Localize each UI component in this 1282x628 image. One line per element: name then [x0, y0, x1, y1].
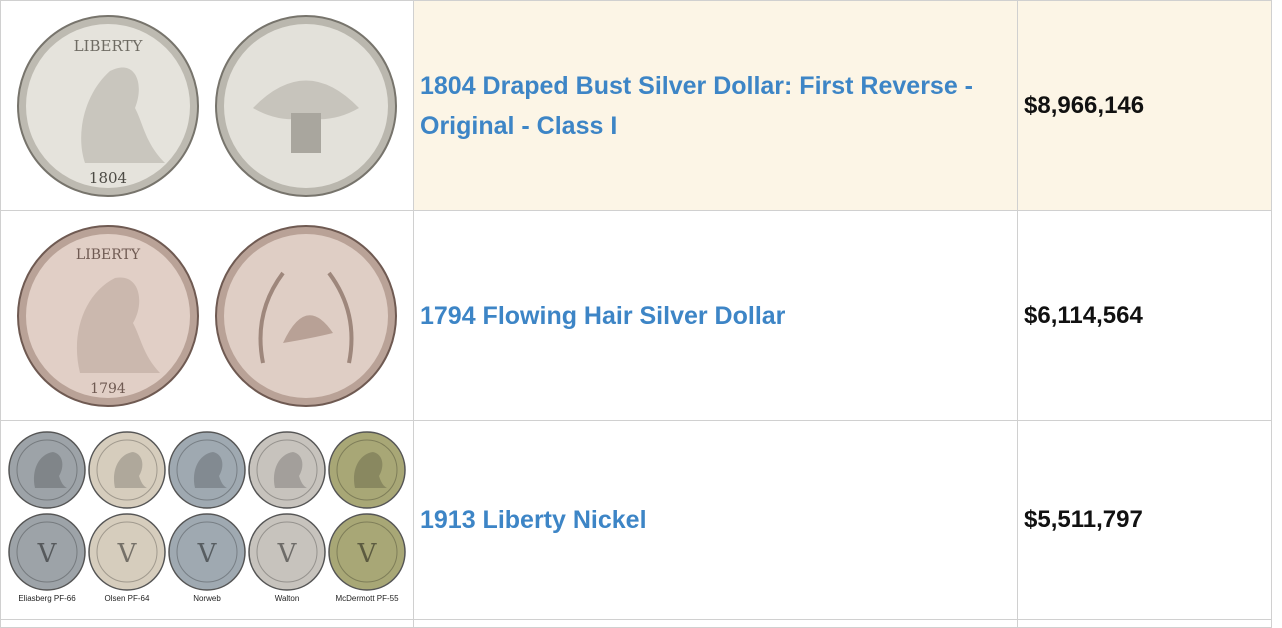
coin-reverse-image: [215, 224, 397, 407]
coin-legend-text: LIBERTY: [76, 247, 141, 263]
coin-obverse-image: LIBERTY 1804: [17, 14, 199, 197]
coin-image-cell: V V V V V Eliasberg PF-66 Olsen PF-64 Norweb Wal…: [0, 420, 414, 620]
nickel-variant-caption: Olsen PF-64: [104, 594, 150, 603]
svg-text:V: V: [117, 539, 138, 569]
nickel-obverse-image: [247, 430, 327, 510]
coin-obverse-image: LIBERTY 1794: [17, 224, 199, 407]
coin-price: $5,511,797: [1024, 506, 1143, 533]
coin-reverse-image: [215, 14, 397, 197]
price-cell: $6,114,564: [1017, 210, 1272, 421]
price-cell: $5,511,797: [1017, 420, 1272, 620]
coin-name-link[interactable]: 1794 Flowing Hair Silver Dollar: [420, 302, 785, 330]
svg-text:V: V: [37, 539, 58, 569]
nickel-variant-caption: Eliasberg PF-66: [18, 594, 76, 603]
empty-cell: [0, 619, 414, 628]
coin-date-text: 1794: [90, 381, 126, 397]
nickel-obverse-image: [167, 430, 247, 510]
coin-name-link[interactable]: 1913 Liberty Nickel: [420, 506, 647, 534]
nickel-reverse-image: V: [7, 512, 87, 592]
nickel-variant-caption: McDermott PF-55: [335, 594, 399, 603]
nickel-reverse-image: V: [87, 512, 167, 592]
nickel-obverse-image: [7, 430, 87, 510]
coin-variants-grid: V V V V V Eliasberg PF-66 Olsen PF-64 Norweb Wal…: [1, 426, 413, 614]
coin-name-link[interactable]: 1804 Draped Bust Silver Dollar: First Re…: [420, 72, 973, 140]
nickel-obverse-image: [87, 430, 167, 510]
coin-image-cell: LIBERTY 1794: [0, 210, 414, 421]
empty-cell: [413, 619, 1018, 628]
svg-text:V: V: [197, 539, 218, 569]
table-row: V V V V V Eliasberg PF-66 Olsen PF-64 Norweb Wal…: [0, 420, 1272, 620]
empty-cell: [1017, 619, 1272, 628]
coin-table: LIBERTY 1804 1804 Draped Bust Silver Dol…: [0, 0, 1272, 628]
svg-text:V: V: [357, 539, 378, 569]
nickel-reverse-image: V: [327, 512, 407, 592]
coin-image-cell: LIBERTY 1804: [0, 0, 414, 211]
table-row: LIBERTY 1794 1794 Flowing Hair Silver Do…: [0, 210, 1272, 421]
svg-text:V: V: [277, 539, 298, 569]
coin-price: $8,966,146: [1024, 91, 1145, 119]
coin-name-cell: 1804 Draped Bust Silver Dollar: First Re…: [413, 0, 1018, 211]
nickel-obverse-image: [327, 430, 407, 510]
coin-name-cell: 1913 Liberty Nickel: [413, 420, 1018, 620]
coin-date-text: 1804: [89, 169, 127, 187]
coin-legend-text: LIBERTY: [74, 37, 144, 55]
coin-name-cell: 1794 Flowing Hair Silver Dollar: [413, 210, 1018, 421]
nickel-variant-caption: Norweb: [193, 594, 221, 603]
nickel-reverse-image: V: [247, 512, 327, 592]
price-cell: $8,966,146: [1017, 0, 1272, 211]
nickel-variant-caption: Walton: [274, 594, 300, 603]
table-row: LIBERTY 1804 1804 Draped Bust Silver Dol…: [0, 0, 1272, 211]
coin-price: $6,114,564: [1024, 301, 1143, 329]
table-row: [0, 619, 1272, 628]
nickel-reverse-image: V: [167, 512, 247, 592]
